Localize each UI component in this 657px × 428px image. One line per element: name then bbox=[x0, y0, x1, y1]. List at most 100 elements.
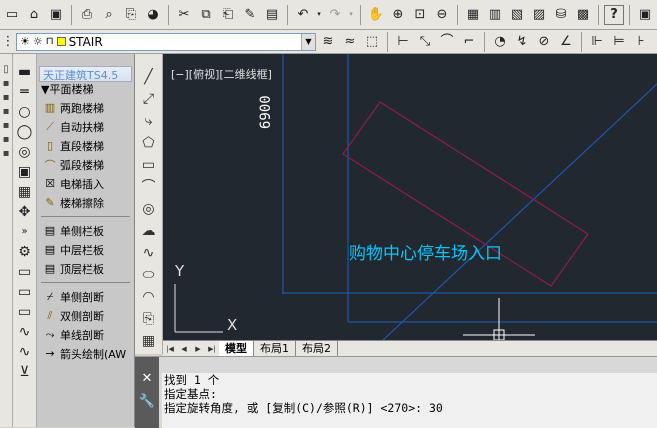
dim-diameter-icon[interactable]: ⊘ bbox=[534, 32, 554, 52]
menu-item-two-flight-stair[interactable]: ▥ 两跑楼梯 bbox=[37, 98, 134, 117]
small-tool-icon[interactable]: ▪ bbox=[3, 106, 10, 117]
paste-icon[interactable]: ⎗ bbox=[218, 5, 238, 25]
chevron-down-icon[interactable]: ▼ bbox=[301, 33, 315, 50]
construction-line-icon[interactable]: ⤢ bbox=[143, 90, 154, 109]
menu-item-elevator[interactable]: ☒ 电梯插入 bbox=[37, 174, 134, 193]
rectangle-icon[interactable]: ▭ bbox=[142, 156, 155, 175]
match-properties-icon[interactable]: ✎ bbox=[240, 5, 260, 25]
small-tool-icon[interactable]: ▪ bbox=[3, 78, 10, 89]
next-tab-icon[interactable]: ▶ bbox=[191, 342, 205, 356]
arc-icon[interactable]: ⌒ bbox=[142, 178, 156, 197]
menu-item-single-break[interactable]: ⌿ 单侧剖断 bbox=[37, 287, 134, 306]
print-preview-icon[interactable]: ⌕ bbox=[99, 5, 119, 25]
layer-previous-icon[interactable]: ≈ bbox=[340, 32, 360, 52]
layer-states-icon[interactable]: ⬚ bbox=[362, 32, 382, 52]
small-tool-icon[interactable]: ▪ bbox=[3, 120, 10, 131]
prev-tab-icon[interactable]: ◀ bbox=[177, 342, 191, 356]
menu-item-straight-stair[interactable]: ▯ 直段楼梯 bbox=[37, 136, 134, 155]
viewport-controls[interactable]: [−][俯视][二维线框] bbox=[171, 66, 272, 82]
tool-icon[interactable]: ⊻ bbox=[19, 364, 29, 380]
dim-radius-icon[interactable]: ◔ bbox=[490, 32, 510, 52]
tool-icon[interactable]: ⚙ bbox=[18, 244, 31, 260]
sheet-set-icon[interactable]: ▨ bbox=[529, 5, 549, 25]
tab-layout2[interactable]: 布局2 bbox=[296, 341, 338, 356]
zoom-previous-icon[interactable]: ⊖ bbox=[432, 5, 452, 25]
plot-icon[interactable]: ⎘ bbox=[121, 5, 141, 25]
menu-item-stair-erase[interactable]: ✎ 楼梯擦除 bbox=[37, 193, 134, 212]
spline-icon[interactable]: ∿ bbox=[143, 244, 155, 263]
tool-icon[interactable]: ▭ bbox=[18, 304, 31, 320]
small-tool-icon[interactable]: ▪ bbox=[3, 92, 10, 103]
ellipse-arc-icon[interactable]: ◠ bbox=[142, 288, 154, 307]
markup-icon[interactable]: ⛁ bbox=[551, 5, 571, 25]
close-icon[interactable]: ✕ bbox=[142, 371, 153, 386]
line-tool-icon[interactable]: ═ bbox=[20, 84, 28, 100]
expand-icon[interactable]: » bbox=[21, 224, 27, 240]
zoom-window-icon[interactable]: ⊡ bbox=[410, 5, 430, 25]
menu-item-middle-railing[interactable]: ▤ 中层栏板 bbox=[37, 240, 134, 259]
calculator-icon[interactable]: ▩ bbox=[573, 5, 593, 25]
hatch-tool-icon[interactable]: ▣ bbox=[18, 164, 31, 180]
section-header-stairs[interactable]: ▼平面楼梯 bbox=[37, 82, 134, 98]
first-tab-icon[interactable]: |◀ bbox=[163, 342, 177, 356]
command-history[interactable]: 找到 1 个 指定基点: 指定旋转角度, 或 [复制(C)/参照(R)] <27… bbox=[162, 373, 657, 428]
layer-manager-icon[interactable]: ⋮ bbox=[2, 32, 15, 52]
make-block-icon[interactable]: ▦ bbox=[142, 332, 155, 351]
tab-model[interactable]: 模型 bbox=[219, 341, 254, 356]
insert-block-icon[interactable]: ⎘ bbox=[143, 310, 154, 329]
menu-item-line-break[interactable]: ⤳ 单线剖断 bbox=[37, 325, 134, 344]
toolbar-grip-icon[interactable]: ▯ bbox=[3, 64, 9, 75]
quick-dim-icon[interactable]: ⊩ bbox=[587, 32, 607, 52]
undo-icon[interactable]: ↶ bbox=[293, 5, 313, 25]
revcloud-icon[interactable]: ☁ bbox=[142, 222, 156, 241]
make-current-layer-icon[interactable]: ≋ bbox=[318, 32, 338, 52]
menu-item-single-railing[interactable]: ▤ 单侧栏板 bbox=[37, 221, 134, 240]
print-icon[interactable]: ⎙ bbox=[77, 5, 97, 25]
drawing-canvas[interactable]: Y X [−][俯视][二维线框] 6900 购物中心停车场入口 bbox=[163, 54, 657, 340]
tool-icon[interactable]: ∿ bbox=[19, 324, 31, 340]
copy-icon[interactable]: ⧉ bbox=[196, 5, 216, 25]
properties-icon[interactable]: ▦ bbox=[463, 5, 483, 25]
table-tool-icon[interactable]: ▦ bbox=[18, 184, 31, 200]
ellipse-icon[interactable]: ⬭ bbox=[143, 266, 155, 285]
redo-icon[interactable]: ↷ bbox=[325, 5, 345, 25]
region-tool-icon[interactable]: ◎ bbox=[18, 144, 30, 160]
line-icon[interactable]: ╱ bbox=[144, 68, 152, 87]
menu-item-escalator[interactable]: ⟋ 自动扶梯 bbox=[37, 117, 134, 136]
menu-item-double-break[interactable]: ⫽ 双侧剖断 bbox=[37, 306, 134, 325]
menu-item-arc-stair[interactable]: ⌒ 弧段楼梯 bbox=[37, 155, 134, 174]
pan-icon[interactable]: ✋ bbox=[366, 5, 386, 25]
dim-ordinate-icon[interactable]: ⌐ bbox=[459, 32, 479, 52]
circle-tool-icon[interactable]: ○ bbox=[18, 104, 30, 120]
menu-item-top-railing[interactable]: ▤ 顶层栏板 bbox=[37, 259, 134, 278]
dim-linear-icon[interactable]: ⊢ bbox=[393, 32, 413, 52]
polygon-icon[interactable]: ⬠ bbox=[142, 134, 154, 153]
tool-icon[interactable]: ▭ bbox=[18, 284, 31, 300]
dim-angular-icon[interactable]: ∠ bbox=[556, 32, 576, 52]
tool-palettes-icon[interactable]: ▧ bbox=[507, 5, 527, 25]
dim-continue-icon[interactable]: ⊦ bbox=[631, 32, 651, 52]
panel-title[interactable]: 天正建筑TS4.5 bbox=[39, 66, 132, 82]
dim-arc-icon[interactable]: ⌒ bbox=[437, 32, 457, 52]
last-tab-icon[interactable]: ▶| bbox=[205, 342, 219, 356]
polyline-icon[interactable]: ⤷ bbox=[145, 112, 153, 131]
help-icon[interactable]: ? bbox=[604, 4, 624, 25]
redo-dropdown-icon[interactable]: ▾ bbox=[347, 5, 355, 25]
circle-icon[interactable]: ◎ bbox=[142, 200, 154, 219]
small-tool-icon[interactable]: ▪ bbox=[3, 134, 10, 145]
publish-icon[interactable]: ◕ bbox=[143, 5, 163, 25]
design-center-icon[interactable]: ▥ bbox=[485, 5, 505, 25]
undo-dropdown-icon[interactable]: ▾ bbox=[315, 5, 323, 25]
ellipse-tool-icon[interactable]: ◯ bbox=[17, 124, 33, 140]
tab-layout1[interactable]: 布局1 bbox=[254, 341, 296, 356]
dim-jogged-icon[interactable]: ↯ bbox=[512, 32, 532, 52]
zoom-realtime-icon[interactable]: ⊕ bbox=[388, 5, 408, 25]
open-file-icon[interactable]: ⌂ bbox=[24, 5, 44, 25]
tool-icon[interactable]: ▭ bbox=[18, 264, 31, 280]
workspace-icon[interactable]: ▣ bbox=[635, 5, 655, 25]
new-file-icon[interactable]: ▭ bbox=[2, 5, 22, 25]
block-editor-icon[interactable]: ▤ bbox=[262, 5, 282, 25]
save-icon[interactable]: ▣ bbox=[46, 5, 66, 25]
move-tool-icon[interactable]: ✥ bbox=[19, 204, 31, 220]
layer-dropdown[interactable]: ☀ ☼ ⊓ STAIR ▼ bbox=[16, 32, 316, 51]
